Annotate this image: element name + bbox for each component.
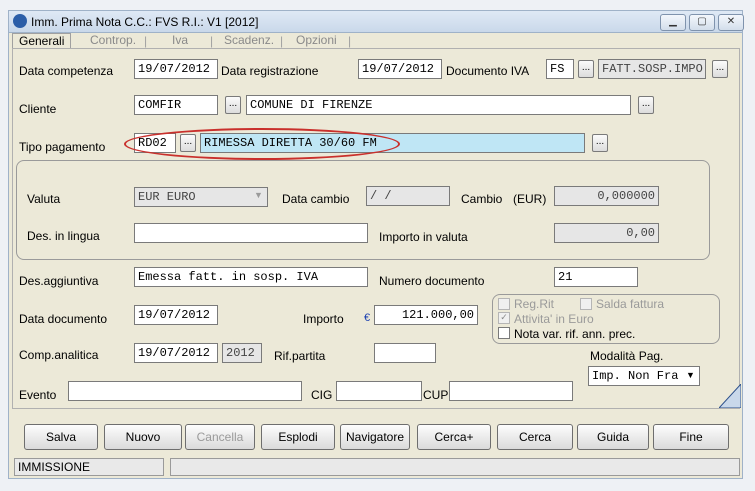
- nota-var-label: Nota var. rif. ann. prec.: [514, 327, 636, 341]
- tipo-pagamento-label: Tipo pagamento: [19, 140, 106, 154]
- app-icon: [13, 14, 27, 28]
- tab-opzioni[interactable]: Opzioni: [296, 33, 337, 47]
- euro-icon: €: [364, 312, 371, 324]
- data-cambio-field[interactable]: / /: [366, 186, 450, 206]
- des-lingua-field[interactable]: [134, 223, 368, 243]
- tab-controp[interactable]: Controp.: [90, 33, 136, 47]
- documento-iva-label: Documento IVA: [446, 64, 530, 78]
- attivita-euro-checkbox[interactable]: ✓: [498, 312, 510, 324]
- cerca-plus-button[interactable]: Cerca+: [417, 424, 491, 450]
- status-mode: IMMISSIONE: [14, 458, 164, 476]
- cliente-desc-lookup-button[interactable]: ...: [638, 96, 654, 114]
- reg-rit-label: Reg.Rit: [514, 297, 555, 311]
- cliente-code-field[interactable]: COMFIR: [134, 95, 218, 115]
- tipo-pagamento-desc-lookup-button[interactable]: ...: [592, 134, 608, 152]
- data-documento-label: Data documento: [19, 312, 108, 326]
- evento-label: Evento: [19, 388, 57, 402]
- salda-fattura-checkbox[interactable]: [580, 298, 592, 310]
- status-message: [170, 458, 740, 476]
- cerca-button[interactable]: Cerca: [497, 424, 573, 450]
- des-lingua-label: Des. in lingua: [27, 229, 100, 243]
- des-aggiuntiva-label: Des.aggiuntiva: [19, 274, 99, 288]
- data-competenza-label: Data competenza: [19, 64, 114, 78]
- data-cambio-label: Data cambio: [282, 192, 350, 206]
- cambio-unit-label: (EUR): [513, 192, 547, 206]
- comp-analitica-label: Comp.analitica: [19, 348, 99, 362]
- minimize-button[interactable]: ▁: [660, 14, 686, 31]
- importo-valuta-field[interactable]: 0,00: [554, 223, 659, 243]
- guida-button[interactable]: Guida: [577, 424, 649, 450]
- modalita-pag-dropdown-arrow-icon[interactable]: ▼: [686, 370, 695, 380]
- data-registrazione-label: Data registrazione: [221, 64, 319, 78]
- documento-iva-desc-field: FATT.SOSP.IMPO: [598, 59, 706, 79]
- salva-button[interactable]: Salva: [24, 424, 98, 450]
- valuta-dropdown-arrow-icon[interactable]: ▼: [254, 190, 263, 200]
- data-documento-field[interactable]: 19/07/2012: [134, 305, 218, 325]
- salda-fattura-label: Salda fattura: [596, 297, 665, 311]
- modalita-pag-select[interactable]: Imp. Non Fra: [588, 366, 700, 386]
- title-bar: Imm. Prima Nota C.C.: FVS R.I.: V1 [2012…: [8, 10, 744, 32]
- esplodi-button[interactable]: Esplodi: [261, 424, 335, 450]
- nota-var-checkbox[interactable]: [498, 327, 510, 339]
- window-title: Imm. Prima Nota C.C.: FVS R.I.: V1 [2012…: [31, 15, 259, 29]
- comp-analitica-field[interactable]: 19/07/2012: [134, 343, 218, 363]
- cup-field[interactable]: [449, 381, 573, 401]
- documento-iva-code-field[interactable]: FS: [546, 59, 574, 79]
- des-aggiuntiva-field[interactable]: Emessa fatt. in sosp. IVA: [134, 267, 368, 287]
- cliente-lookup-button[interactable]: ...: [225, 96, 241, 114]
- valuta-group-box: [16, 160, 710, 260]
- data-competenza-field[interactable]: 19/07/2012: [134, 59, 218, 79]
- evento-field[interactable]: [68, 381, 302, 401]
- numero-documento-label: Numero documento: [379, 274, 485, 288]
- resize-grip-icon[interactable]: [719, 384, 741, 408]
- rif-partita-label: Rif.partita: [274, 349, 326, 363]
- attivita-euro-label: Attivita' in Euro: [514, 312, 594, 326]
- annotation-ellipse: [124, 128, 400, 160]
- valuta-label: Valuta: [27, 192, 61, 206]
- tab-iva[interactable]: Iva: [172, 33, 188, 47]
- rif-partita-field[interactable]: [374, 343, 436, 363]
- tab-scadenz[interactable]: Scadenz.: [224, 33, 274, 47]
- modalita-pag-label: Modalità Pag.: [590, 349, 664, 363]
- reg-rit-checkbox[interactable]: [498, 298, 510, 310]
- nuovo-button[interactable]: Nuovo: [104, 424, 182, 450]
- documento-iva-lookup-button[interactable]: ...: [578, 60, 594, 78]
- cambio-field[interactable]: 0,000000: [554, 186, 659, 206]
- importo-valuta-label: Importo in valuta: [379, 230, 468, 244]
- maximize-button[interactable]: ▢: [689, 14, 715, 31]
- numero-documento-field[interactable]: 21: [554, 267, 638, 287]
- documento-iva-desc-lookup-button[interactable]: ...: [712, 60, 728, 78]
- cup-label: CUP: [423, 388, 449, 402]
- valuta-select[interactable]: EUR EURO: [134, 187, 268, 207]
- cambio-label: Cambio: [461, 192, 503, 206]
- cig-field[interactable]: [336, 381, 422, 401]
- cig-label: CIG: [311, 388, 333, 402]
- comp-analitica-year-field: 2012: [222, 343, 262, 363]
- data-registrazione-field[interactable]: 19/07/2012: [358, 59, 442, 79]
- cliente-desc-field[interactable]: COMUNE DI FIRENZE: [246, 95, 631, 115]
- navigatore-button[interactable]: Navigatore: [340, 424, 410, 450]
- fine-button[interactable]: Fine: [653, 424, 729, 450]
- cancella-button[interactable]: Cancella: [185, 424, 255, 450]
- close-button[interactable]: ✕: [718, 14, 744, 31]
- importo-field[interactable]: 121.000,00: [374, 305, 478, 325]
- importo-label: Importo: [303, 312, 344, 326]
- cliente-label: Cliente: [19, 102, 57, 116]
